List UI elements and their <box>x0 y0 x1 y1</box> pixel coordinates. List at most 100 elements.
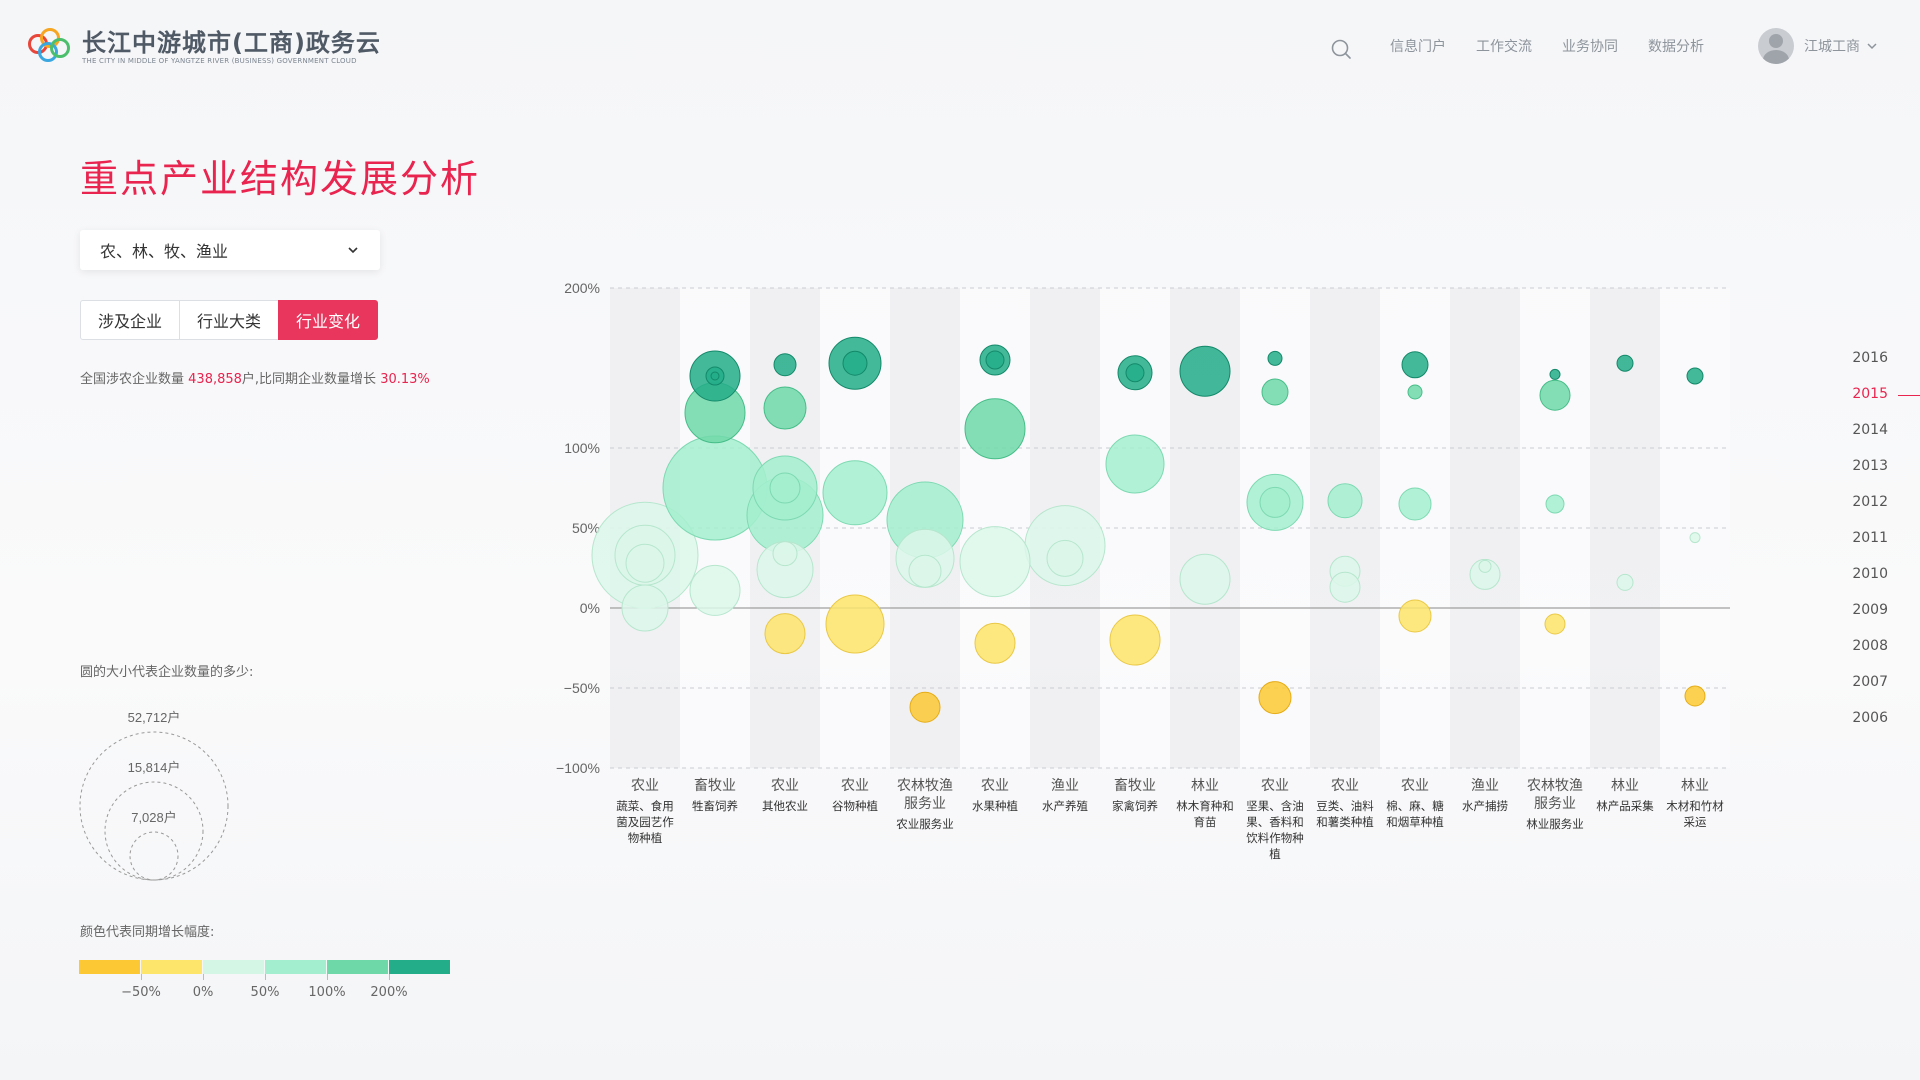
chevron-down-icon <box>348 247 358 254</box>
bubble <box>1109 614 1161 666</box>
year-item[interactable]: 2007 <box>1852 674 1888 690</box>
category-name-label: 坚果、含油果、香料和饮料作物种植 <box>1246 799 1304 861</box>
color-legend-labels: −50% 0% 50% 100% 200% <box>79 985 459 1005</box>
y-tick-label: 200% <box>564 280 600 296</box>
main-nav: 信息门户 工作交流 业务协同 数据分析 <box>1390 38 1734 56</box>
enterprise-count: 438,858 <box>188 372 242 387</box>
bubble <box>1329 571 1361 603</box>
year-item[interactable]: 2015 <box>1852 386 1888 402</box>
bubble <box>1545 494 1565 514</box>
category-name-label: 林产品采集 <box>1596 799 1654 813</box>
chevron-down-icon <box>1867 43 1877 50</box>
bubble <box>621 584 669 632</box>
category-group-label: 林业 <box>1191 777 1219 793</box>
bubble <box>1684 685 1706 707</box>
color-legend-label: 0% <box>192 985 214 1000</box>
bubble <box>1267 350 1283 366</box>
bubble <box>825 594 885 654</box>
category-name-label: 水产捕捞 <box>1462 799 1508 813</box>
nav-info-portal[interactable]: 信息门户 <box>1390 38 1446 56</box>
nav-business-collab[interactable]: 业务协同 <box>1562 38 1618 56</box>
year-item[interactable]: 2012 <box>1852 494 1888 510</box>
year-item[interactable]: 2008 <box>1852 638 1888 654</box>
bubble <box>1398 487 1432 521</box>
category-name-label: 蔬菜、食用菌及园艺作物种植 <box>616 799 674 845</box>
category-group-label: 畜牧业 <box>694 777 736 793</box>
bubble <box>1046 539 1084 577</box>
nav-work-exchange[interactable]: 工作交流 <box>1476 38 1532 56</box>
color-legend-segment <box>203 960 264 974</box>
color-legend-title: 颜色代表同期增长幅度: <box>80 925 215 940</box>
nav-data-analysis[interactable]: 数据分析 <box>1648 38 1704 56</box>
size-legend-label-small: 7,028户 <box>131 810 177 825</box>
category-name-label: 木材和竹材采运 <box>1666 799 1724 829</box>
bubble <box>1478 559 1492 573</box>
year-active-marker <box>1898 395 1920 396</box>
logo[interactable]: 长江中游城市(工商)政务云 THE CITY IN MIDDLE OF YANG… <box>28 28 381 66</box>
year-item[interactable]: 2016 <box>1852 350 1888 366</box>
bubble <box>769 472 801 504</box>
category-group-label: 渔业 <box>1051 777 1079 793</box>
view-tabs: 涉及企业 行业大类 行业变化 <box>80 300 378 340</box>
bubble <box>772 541 798 567</box>
user-menu[interactable]: 江城工商 <box>1758 28 1878 64</box>
color-legend-label: 50% <box>250 985 280 1000</box>
color-legend-label: 200% <box>370 985 408 1000</box>
color-legend-segment <box>265 960 326 974</box>
bubble <box>974 622 1016 664</box>
year-item[interactable]: 2009 <box>1852 602 1888 618</box>
logo-subtitle: THE CITY IN MIDDLE OF YANGTZE RIVER (BUS… <box>82 56 357 65</box>
year-item[interactable]: 2010 <box>1852 566 1888 582</box>
y-tick-label: 50% <box>572 520 600 536</box>
logo-mark <box>28 28 74 66</box>
category-group-label: 畜牧业 <box>1114 777 1156 793</box>
tab-industry-category[interactable]: 行业大类 <box>179 300 279 340</box>
bubble <box>1261 378 1289 406</box>
bubble <box>908 554 942 588</box>
color-legend-ticks <box>79 974 459 982</box>
bubble <box>1258 681 1292 715</box>
bubble <box>1125 363 1145 383</box>
bubble <box>1327 483 1363 519</box>
year-item[interactable]: 2011 <box>1852 530 1888 546</box>
top-header: 长江中游城市(工商)政务云 THE CITY IN MIDDLE OF YANG… <box>0 0 1920 95</box>
column-band <box>1310 288 1380 768</box>
category-group-label: 农林牧渔服务业 <box>1527 777 1583 811</box>
color-legend-tick <box>203 974 204 980</box>
category-group-label: 农业 <box>841 777 869 793</box>
bubble <box>764 613 806 655</box>
summary-text: 全国涉农企业数量 438,858户,比同期企业数量增长 30.13% <box>80 372 430 387</box>
size-legend-label-large: 52,712户 <box>128 710 181 725</box>
y-tick-label: 0% <box>580 600 600 616</box>
category-group-label: 农业 <box>1331 777 1359 793</box>
tab-industry-change[interactable]: 行业变化 <box>278 300 378 340</box>
category-group-label: 农业 <box>1261 777 1289 793</box>
bubble <box>1407 384 1423 400</box>
color-legend-label: 100% <box>308 985 346 1000</box>
avatar <box>1758 28 1794 64</box>
bubble <box>1539 379 1571 411</box>
size-legend-label-medium: 15,814户 <box>128 760 181 775</box>
bubble <box>763 386 807 430</box>
industry-select[interactable]: 农、林、牧、渔业 <box>80 230 380 270</box>
tab-enterprises[interactable]: 涉及企业 <box>80 300 180 340</box>
bubble <box>689 564 741 616</box>
search-icon[interactable] <box>1330 38 1352 60</box>
category-group-label: 农业 <box>771 777 799 793</box>
category-name-label: 林木育种和育苗 <box>1176 799 1234 829</box>
year-item[interactable]: 2006 <box>1852 710 1888 726</box>
category-name-label: 林业服务业 <box>1526 817 1584 831</box>
category-group-label: 农业 <box>981 777 1009 793</box>
color-legend-tick <box>389 974 390 980</box>
bubble <box>909 691 941 723</box>
year-item[interactable]: 2013 <box>1852 458 1888 474</box>
bubble <box>1616 573 1634 591</box>
growth-rate: 30.13% <box>380 372 430 387</box>
color-legend-segment <box>327 960 388 974</box>
category-name-label: 其他农业 <box>762 799 808 813</box>
category-name-label: 水产养殖 <box>1042 799 1088 813</box>
color-legend-bar <box>79 960 451 974</box>
year-item[interactable]: 2014 <box>1852 422 1888 438</box>
bubble <box>822 460 888 526</box>
bubble <box>964 398 1026 460</box>
